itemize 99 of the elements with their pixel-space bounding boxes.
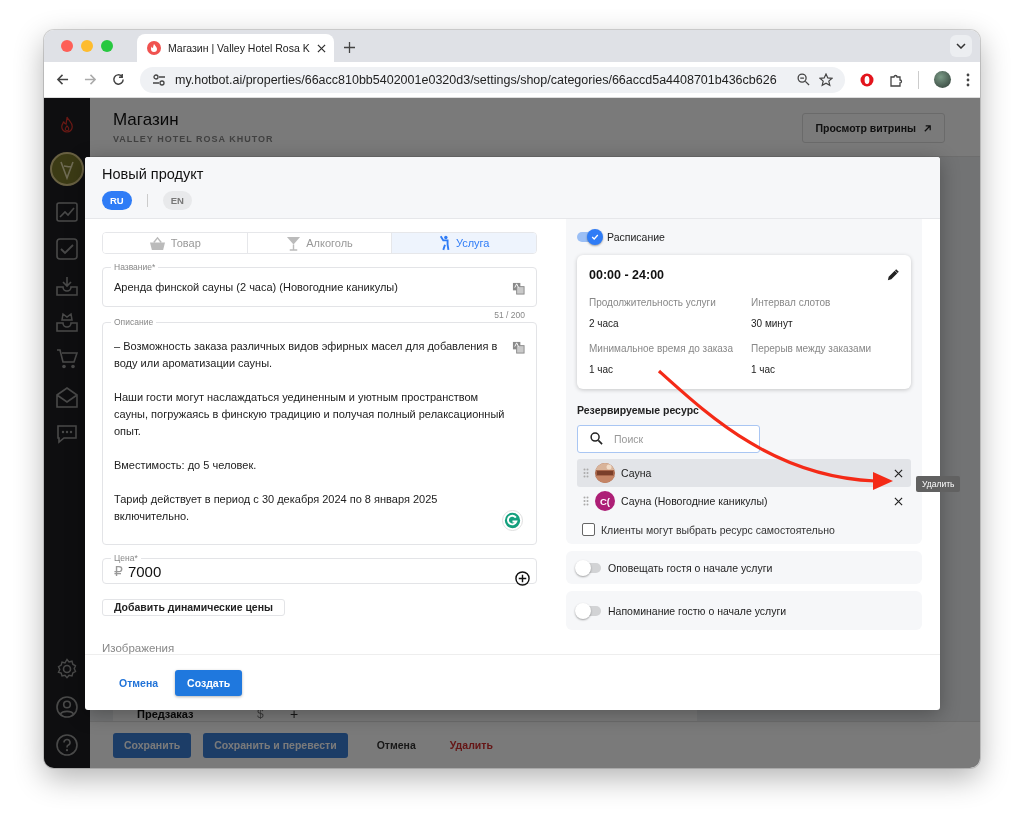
chevron-down-icon (956, 43, 966, 49)
basket-icon (148, 235, 166, 251)
storefront-button[interactable]: Просмотр витрины (802, 113, 945, 143)
inbox-icon[interactable] (56, 276, 78, 296)
new-tab-icon[interactable] (343, 42, 355, 53)
toggle-label: Оповещать гостя о начале услуги (608, 561, 773, 574)
save-button[interactable]: Сохранить и перевести (203, 732, 348, 758)
price-value: 7000 (127, 562, 162, 580)
save-button[interactable]: Сохранить (113, 732, 192, 758)
product-type-tab[interactable]: Услуга (391, 233, 536, 254)
checkbox-icon[interactable] (56, 238, 78, 260)
resource-row[interactable]: С( Сауна (Новогодние каникулы) (577, 487, 911, 515)
tab-title: Магазин | Valley Hotel Rosa K (168, 42, 310, 54)
field-label: Описание (111, 317, 157, 328)
character-counter: 51 / 200 (494, 310, 525, 321)
edit-icon[interactable] (887, 269, 899, 281)
user-icon[interactable] (56, 696, 78, 718)
checkbox-label: Клиенты могут выбрать ресурс самостоятельно (601, 523, 835, 536)
chart-icon[interactable] (56, 202, 78, 222)
add-dynamic-prices-button[interactable]: Добавить динамические цены (102, 598, 285, 616)
external-link-icon (923, 123, 932, 133)
chat-icon[interactable] (56, 424, 78, 444)
brand-badge-icon[interactable] (50, 152, 84, 186)
page-title: Магазин (113, 110, 180, 130)
close-icon[interactable] (894, 468, 903, 478)
toggle-switch[interactable] (577, 562, 601, 573)
currency-symbol: ₽ (114, 563, 123, 579)
person-icon (438, 235, 451, 252)
cancel-button[interactable]: Отмена (365, 732, 427, 758)
time-range: 00:00 - 24:00 (589, 268, 665, 282)
detail-value: 1 час (751, 364, 777, 375)
detail-value: 1 час (589, 364, 615, 375)
add-button[interactable]: + (290, 706, 299, 722)
cocktail-glass-icon (286, 235, 302, 251)
check-icon (591, 233, 599, 241)
schedule-toggle[interactable] (577, 232, 601, 242)
detail-label: Минимальное время до заказа (589, 343, 734, 354)
resource-avatar: С( (595, 491, 615, 511)
detail-value: 2 часа (589, 318, 620, 329)
back-icon[interactable] (56, 73, 69, 86)
section-label: Изображения (102, 642, 176, 654)
tab-search-button[interactable] (950, 35, 972, 57)
reload-icon[interactable] (112, 73, 125, 86)
search-field[interactable]: Поиск (577, 425, 760, 453)
language-tab[interactable]: RU (102, 191, 132, 210)
resources-title: Резервируемые ресурс (577, 404, 700, 416)
profile-avatar[interactable] (934, 71, 951, 88)
drag-handle-icon[interactable] (583, 496, 589, 506)
puzzle-icon[interactable] (889, 72, 903, 87)
search-icon (590, 432, 603, 445)
delete-button[interactable]: Удалить (438, 732, 504, 758)
help-icon[interactable] (56, 734, 78, 756)
tooltip: Удалить (916, 476, 961, 492)
section-title: Предзаказ (137, 708, 195, 720)
description-paragraph: Наши гости могут наслаждаться уединенным и уютным пространством сауны, погружаясь в финскую традицию и получая полный релаксационный опыт. (114, 390, 506, 440)
resource-name: Сауна (Новогодние каникулы) (621, 495, 769, 507)
browser-tab[interactable]: Магазин | Valley Hotel Rosa K (137, 34, 334, 62)
forward-icon[interactable] (84, 73, 97, 86)
url-text: my.hotbot.ai/properties/66acc810bb5402001e0320d3/settings/shop/categories/66accd5a4408701b436cb626 (175, 72, 777, 87)
add-circle-icon[interactable] (515, 571, 530, 587)
dialog-title: Новый продукт (102, 166, 205, 182)
mail-icon[interactable] (56, 386, 78, 408)
drag-handle-icon[interactable] (583, 468, 589, 478)
create-button[interactable]: Создать (175, 669, 243, 696)
close-window-button[interactable] (61, 40, 73, 52)
crown-tray-icon[interactable] (56, 312, 78, 332)
more-menu-icon[interactable] (966, 72, 970, 87)
field-label: Название* (111, 262, 159, 273)
toggle-label: Расписание (607, 231, 665, 243)
writing-assistant-icon[interactable] (502, 510, 523, 532)
cancel-button[interactable]: Отмена (102, 669, 160, 696)
toggle-switch[interactable] (577, 605, 601, 616)
language-tab[interactable]: EN (162, 191, 192, 210)
hotel-name: VALLEY HOTEL ROSA KHUTOR (113, 134, 274, 144)
resource-name: Сауна (621, 467, 653, 479)
toggle-label: Напоминание гостю о начале услуги (608, 604, 787, 617)
description-paragraph: Тариф действует в период с 30 декабря 2024 по 8 января 2025 включительно. (114, 492, 439, 525)
zoom-icon[interactable] (797, 73, 810, 86)
address-field[interactable]: my.hotbot.ai/properties/66acc810bb5402001e0320d3/settings/shop/categories/66accd5a4408701b436cb626 (140, 66, 845, 93)
detail-label: Перерыв между заказами (751, 343, 873, 354)
settings-icon[interactable] (56, 658, 78, 680)
detail-label: Интервал слотов (751, 297, 832, 308)
close-icon[interactable] (316, 43, 326, 53)
close-icon[interactable] (894, 496, 903, 506)
extension-icon[interactable] (860, 72, 874, 87)
field-label: Цена* (111, 553, 141, 564)
cart-icon[interactable] (56, 348, 78, 370)
detail-value: 30 минут (751, 318, 794, 329)
checkbox[interactable] (582, 523, 595, 536)
site-settings-icon[interactable] (152, 73, 166, 86)
description-paragraph: Вместимость: до 5 человек. (114, 458, 258, 474)
translate-icon[interactable] (512, 282, 525, 296)
description-paragraph: – Возможность заказа различных видов эфирных масел для добавления в воду или ароматизации сауны. (114, 339, 499, 372)
detail-label: Продолжительность услуги (589, 297, 717, 308)
flame-icon (147, 41, 161, 55)
bookmark-star-icon[interactable] (819, 72, 833, 87)
resource-row[interactable]: Сауна (577, 459, 911, 487)
translate-icon[interactable] (512, 341, 525, 355)
field-value: Аренда финской сауны (2 часа) (Новогодние каникулы) (114, 280, 399, 296)
